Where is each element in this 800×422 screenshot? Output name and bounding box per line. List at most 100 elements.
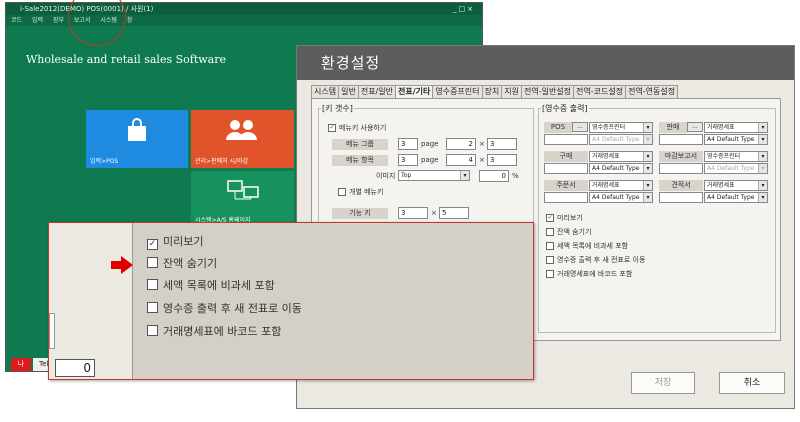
checkbox-box <box>546 228 554 236</box>
func-key-rows-input[interactable]: 3 <box>398 207 428 219</box>
times-label: × <box>479 140 485 148</box>
option-label: 세액 목록에 비과세 포함 <box>557 242 629 250</box>
checkbox-box <box>147 279 158 290</box>
order-paper-select[interactable]: A4 Default Type <box>589 192 653 203</box>
image-percent-input[interactable]: 0 <box>479 170 509 182</box>
percent-label: % <box>512 172 519 180</box>
menu-item-count-input[interactable]: 3 <box>398 154 418 166</box>
people-icon <box>226 120 257 140</box>
zoom-callout: 0 ✓ 미리보기 잔액 숨기기 세액 목록에 비과세 포함 영수증 출력 후 새 … <box>48 222 534 380</box>
page-label: page <box>421 140 439 148</box>
option-hide-balance-checkbox[interactable]: 잔액 숨기기 <box>546 227 591 237</box>
tile-label: 입력>POS <box>90 158 119 165</box>
zoom-side-field <box>49 313 55 349</box>
purchase-path-input[interactable] <box>544 163 588 174</box>
sales-paper-select[interactable]: A4 Default Type <box>704 134 768 145</box>
zoom-option-preview[interactable]: ✓ 미리보기 <box>147 233 203 250</box>
zoom-zero-field: 0 <box>55 359 95 377</box>
menu-group-cols-input[interactable]: 3 <box>487 138 517 150</box>
menu-item[interactable]: 장부 <box>53 17 64 24</box>
pos-browse-button[interactable]: ... <box>572 122 588 132</box>
checkbox-box <box>147 325 158 336</box>
purchase-label: 구매 <box>544 151 588 162</box>
option-preview-checkbox[interactable]: ✓ 미리보기 <box>546 213 583 223</box>
option-new-slip-checkbox[interactable]: 영수증 출력 후 새 전표로 이동 <box>546 255 645 265</box>
sales-path-input[interactable] <box>659 134 703 145</box>
purchase-output-select[interactable]: 거래명세표 <box>589 151 653 162</box>
quote-paper-select[interactable]: A4 Default Type <box>704 192 768 203</box>
option-taxfree-checkbox[interactable]: 세액 목록에 비과세 포함 <box>546 241 628 251</box>
menu-item-page-input[interactable]: 4 <box>446 154 476 166</box>
checkbox-box: ✓ <box>328 124 336 132</box>
pos-output-select[interactable]: 영수증프린터 <box>589 122 653 133</box>
func-key-cols-input[interactable]: 5 <box>439 207 469 219</box>
arrow-tail <box>111 261 121 269</box>
option-label: 잔액 숨기기 <box>557 228 592 236</box>
zoom-option-barcode[interactable]: 거래명세표에 바코드 포함 <box>147 323 281 339</box>
menu-group-page-input[interactable]: 2 <box>446 138 476 150</box>
checkbox-box <box>546 270 554 278</box>
sales-label: 판매 <box>659 122 687 133</box>
checkbox-box <box>147 302 158 313</box>
pos-path-input[interactable] <box>544 134 588 145</box>
key-count-legend: [키 갯수] <box>322 104 353 113</box>
quote-path-input[interactable] <box>659 192 703 203</box>
tab-general[interactable]: 일반 <box>338 85 359 99</box>
zoom-option-label: 잔액 숨기기 <box>163 257 218 270</box>
shopping-bag-icon <box>128 118 146 141</box>
app-tagline: Wholesale and retail sales Software <box>26 53 226 66</box>
separate-menu-key-checkbox[interactable]: 개별 메뉴키 <box>338 187 383 197</box>
save-button[interactable]: 저장 <box>631 372 695 394</box>
pos-label: POS <box>544 122 572 133</box>
tab-slip-other[interactable]: 전표/기타 <box>394 85 434 99</box>
order-output-select[interactable]: 거래명세표 <box>589 180 653 191</box>
quote-output-select[interactable]: 거래명세표 <box>704 180 768 191</box>
menu-item-cols-input[interactable]: 3 <box>487 154 517 166</box>
times-label: × <box>431 209 437 217</box>
tab-global-general[interactable]: 전역-일반설정 <box>520 85 575 99</box>
menu-item[interactable]: 창 <box>127 17 133 24</box>
cancel-button[interactable]: 취소 <box>719 372 785 394</box>
tab-device[interactable]: 장치 <box>481 85 503 99</box>
tab-global-code[interactable]: 전역-코드설정 <box>573 85 627 99</box>
option-barcode-checkbox[interactable]: 거래명세표에 바코드 포함 <box>546 269 632 279</box>
zoom-option-hide-balance[interactable]: 잔액 숨기기 <box>147 255 217 271</box>
receipt-output-legend: [영수증 출력] <box>542 104 588 113</box>
sales-output-select[interactable]: 거래명세표 <box>704 122 768 133</box>
zoom-option-new-slip[interactable]: 영수증 출력 후 새 전표로 이동 <box>147 300 302 316</box>
menu-group-label: 메뉴 그룹 <box>332 139 388 150</box>
checkbox-box <box>546 242 554 250</box>
option-label: 거래명세표에 바코드 포함 <box>557 270 633 278</box>
menu-item[interactable]: 입력 <box>32 17 43 24</box>
tile-sales[interactable]: 관리>판매처 시/마감 <box>191 110 294 168</box>
closing-report-output-select[interactable]: 영수증프린터 <box>704 151 768 162</box>
tile-system[interactable]: 시스템>A/S 홈페이지 <box>191 171 294 227</box>
tab-system[interactable]: 시스템 <box>311 85 340 99</box>
closing-report-paper-select[interactable]: A4 Default Type <box>704 163 768 174</box>
menu-item[interactable]: 코드 <box>11 17 22 24</box>
order-path-input[interactable] <box>544 192 588 203</box>
menu-group-count-input[interactable]: 3 <box>398 138 418 150</box>
closing-report-path-input[interactable] <box>659 163 703 174</box>
order-label: 주문서 <box>544 180 588 191</box>
tab-receipt-printer[interactable]: 영수증프린터 <box>432 85 483 99</box>
tile-pos[interactable]: 입력>POS <box>86 110 188 168</box>
tab-support[interactable]: 지원 <box>501 85 522 99</box>
purchase-paper-select[interactable]: A4 Default Type <box>589 163 653 174</box>
use-menu-key-checkbox[interactable]: ✓ 메뉴키 사용하기 <box>328 123 386 133</box>
network-icon <box>227 180 259 200</box>
zoom-option-taxfree[interactable]: 세액 목록에 비과세 포함 <box>147 277 275 293</box>
checkbox-box <box>546 256 554 264</box>
tab-slip-general[interactable]: 전표/일반 <box>357 85 396 99</box>
dialog-title: 환경설정 <box>297 46 794 80</box>
checkbox-box <box>147 257 158 268</box>
window-controls[interactable]: _□× <box>453 4 479 14</box>
zoom-option-label: 영수증 출력 후 새 전표로 이동 <box>163 302 302 315</box>
image-position-select[interactable]: Top <box>398 170 470 181</box>
times-label: × <box>479 156 485 164</box>
sales-browse-button[interactable]: ... <box>687 122 703 132</box>
option-label: 미리보기 <box>557 214 583 222</box>
page-label: page <box>421 156 439 164</box>
pos-paper-select[interactable]: A4 Default Type <box>589 134 653 145</box>
tab-global-link[interactable]: 전역-연동설정 <box>625 85 679 99</box>
